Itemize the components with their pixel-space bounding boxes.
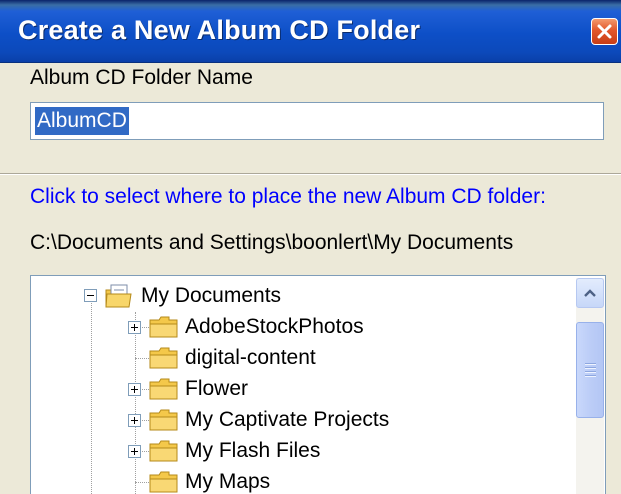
folder-icon <box>149 409 178 431</box>
folder-name-input[interactable]: AlbumCD <box>30 102 604 140</box>
tree-item-my-documents[interactable]: My Documents <box>105 281 281 311</box>
folder-tree[interactable]: My Documents AdobeStockPhotos digital-co… <box>30 275 606 494</box>
minus-icon <box>87 295 94 296</box>
album-cd-dialog: Create a New Album CD Folder Album CD Fo… <box>0 0 621 494</box>
close-button[interactable] <box>591 18 618 45</box>
expand-toggle[interactable] <box>128 383 141 396</box>
plus-icon <box>131 417 138 424</box>
tree-item-my-captivate-projects[interactable]: My Captivate Projects <box>149 405 389 435</box>
scroll-up-button[interactable] <box>576 278 604 308</box>
plus-icon <box>131 448 138 455</box>
tree-item-my-flash-files[interactable]: My Flash Files <box>149 436 320 466</box>
grip-line <box>585 363 596 365</box>
tree-item-label: digital-content <box>185 346 316 369</box>
collapse-toggle[interactable] <box>84 289 97 302</box>
documents-folder-icon <box>105 284 132 308</box>
chevron-up-icon <box>584 289 596 297</box>
expand-toggle[interactable] <box>128 321 141 334</box>
folder-icon <box>149 316 178 338</box>
tree-item-adobestockphotos[interactable]: AdobeStockPhotos <box>149 312 364 342</box>
folder-icon <box>149 440 178 462</box>
tree-connector <box>135 312 136 494</box>
current-path: C:\Documents and Settings\boonlert\My Do… <box>30 231 514 254</box>
plus-icon <box>131 386 138 393</box>
separator <box>0 173 621 175</box>
title-bar[interactable]: Create a New Album CD Folder <box>0 0 621 63</box>
vertical-scrollbar[interactable] <box>576 278 604 494</box>
tree-item-flower[interactable]: Flower <box>149 374 248 404</box>
folder-icon <box>149 347 178 369</box>
expand-toggle[interactable] <box>128 414 141 427</box>
tree-item-label: My Maps <box>185 470 271 493</box>
grip-line <box>585 375 596 377</box>
plus-icon <box>131 324 138 331</box>
folder-name-label: Album CD Folder Name <box>30 66 253 89</box>
folder-icon <box>149 471 178 493</box>
tree-item-label: Flower <box>185 377 249 400</box>
tree-item-label: AdobeStockPhotos <box>185 315 364 338</box>
scroll-thumb[interactable] <box>576 322 604 418</box>
tree-item-digital-content[interactable]: digital-content <box>149 343 316 373</box>
tree-item-label: My Flash Files <box>185 439 321 462</box>
location-prompt: Click to select where to place the new A… <box>30 185 546 208</box>
tree-connector <box>91 296 92 494</box>
tree-item-label: My Captivate Projects <box>185 408 390 431</box>
folder-icon <box>149 378 178 400</box>
dialog-title: Create a New Album CD Folder <box>18 15 421 45</box>
close-icon <box>597 24 612 39</box>
expand-toggle[interactable] <box>128 445 141 458</box>
tree-item-label: My Documents <box>141 284 282 307</box>
grip-line <box>585 367 596 369</box>
tree-item-my-maps[interactable]: My Maps <box>149 467 270 494</box>
grip-line <box>585 371 596 373</box>
folder-name-value: AlbumCD <box>35 107 129 135</box>
